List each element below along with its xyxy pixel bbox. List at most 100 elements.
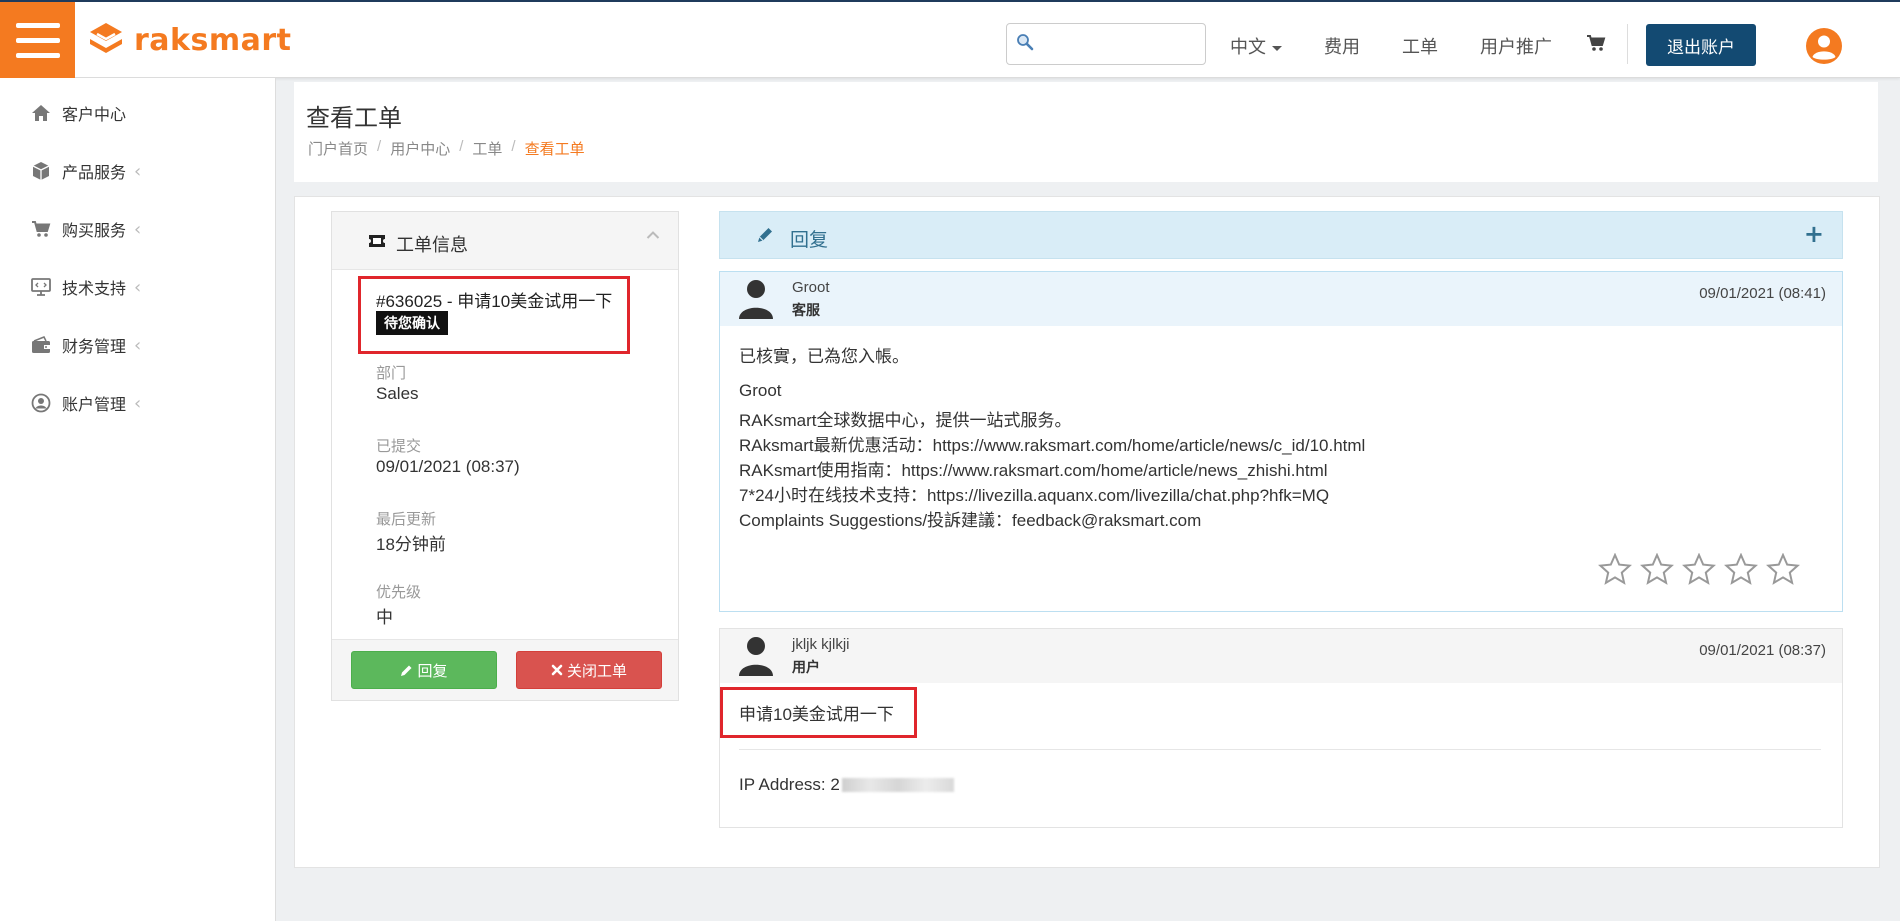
search-box[interactable] <box>1006 23 1206 65</box>
ip-redacted-blur <box>841 778 954 792</box>
message-line: RAKsmart全球数据中心，提供一站式服务。 <box>739 411 1072 430</box>
message-time: 09/01/2021 (08:41) <box>1699 285 1826 302</box>
sidebar-item-purchase[interactable]: 购买服务 ‹ <box>30 214 141 244</box>
language-label: 中文 <box>1230 37 1266 57</box>
brand-logo[interactable]: raksmart <box>86 20 292 60</box>
box-icon <box>32 162 50 180</box>
close-ticket-button[interactable]: 关闭工单 <box>516 651 662 689</box>
search-icon <box>1017 34 1034 51</box>
chevron-left-icon: ‹ <box>134 276 142 298</box>
message-staff: Groot 客服 09/01/2021 (08:41) 已核實，已為您入帳。 G… <box>719 271 1843 612</box>
message-body: 申请10美金试用一下 <box>739 705 894 724</box>
message-client: jkljk kjlkji 用户 09/01/2021 (08:37) 申请10美… <box>719 628 1843 828</box>
user-avatar-icon <box>739 637 773 676</box>
reply-panel-toggle[interactable]: 回复 + <box>719 211 1843 259</box>
message-role: 客服 <box>792 302 820 318</box>
menu-bar <box>15 22 60 28</box>
menu-toggle-button[interactable] <box>0 2 75 78</box>
user-avatar-icon <box>739 280 773 319</box>
status-badge: 待您确认 <box>376 311 448 335</box>
search-input[interactable] <box>1039 30 1199 58</box>
cart-icon <box>32 221 51 237</box>
star-icon[interactable] <box>1598 553 1632 585</box>
field-value-priority: 中 <box>376 608 393 627</box>
close-ticket-label: 关闭工单 <box>566 662 627 680</box>
field-label-last-updated: 最后更新 <box>376 511 437 528</box>
sidebar-item-account[interactable]: 账户管理 ‹ <box>30 388 141 418</box>
ticket-info-header[interactable]: 工单信息 <box>332 212 678 270</box>
ticket-icon <box>369 235 385 247</box>
message-line: 7*24小时在线技术支持：https://livezilla.aquanx.co… <box>739 486 1330 505</box>
plus-icon[interactable]: + <box>1804 220 1824 248</box>
nav-divider <box>1627 24 1628 64</box>
nav-billing-link[interactable]: 费用 <box>1324 33 1360 59</box>
field-label-submitted: 已提交 <box>376 438 422 455</box>
brand-name: raksmart <box>134 22 292 58</box>
language-dropdown[interactable]: 中文 <box>1230 33 1282 59</box>
top-navbar: raksmart 中文 费用 工单 用户推广 退出账户 <box>0 0 1900 78</box>
sidebar: 客户中心 产品服务 ‹ 购买服务 ‹ 技术支持 ‹ 财务管理 ‹ 账户管理 ‹ <box>0 78 276 921</box>
message-line: Complaints Suggestions/投訴建議：feedback@rak… <box>739 511 1202 530</box>
wallet-icon <box>32 336 50 353</box>
chevron-left-icon: ‹ <box>134 218 142 240</box>
pencil-icon <box>758 228 772 242</box>
nav-affiliate-link[interactable]: 用户推广 <box>1480 33 1552 59</box>
home-icon <box>32 105 50 121</box>
sidebar-item-support[interactable]: 技术支持 ‹ <box>30 272 141 302</box>
breadcrumb: 门户首页 / 用户中心 / 工单 / 查看工单 <box>308 138 585 159</box>
rating-stars <box>1598 553 1800 585</box>
breadcrumb-separator: / <box>459 138 464 155</box>
message-header: Groot 客服 09/01/2021 (08:41) <box>720 272 1842 326</box>
star-icon[interactable] <box>1766 553 1800 585</box>
close-icon <box>551 664 563 676</box>
breadcrumb-home[interactable]: 门户首页 <box>308 138 368 159</box>
nav-tickets-link[interactable]: 工单 <box>1402 33 1438 59</box>
field-value-department: Sales <box>376 384 419 403</box>
breadcrumb-tickets[interactable]: 工单 <box>472 138 502 159</box>
message-divider <box>739 749 1821 750</box>
sidebar-item-finance[interactable]: 财务管理 ‹ <box>30 330 141 360</box>
message-line: Groot <box>739 381 782 400</box>
message-header: jkljk kjlkji 用户 09/01/2021 (08:37) <box>720 629 1842 683</box>
field-label-priority: 优先级 <box>376 584 422 601</box>
sidebar-item-label: 技术支持 <box>62 281 127 298</box>
sidebar-item-label: 购买服务 <box>62 223 127 240</box>
sidebar-item-products[interactable]: 产品服务 ‹ <box>30 156 141 186</box>
menu-bar <box>15 37 60 43</box>
sidebar-item-label: 客户中心 <box>62 107 127 124</box>
sidebar-item-label: 财务管理 <box>62 339 127 356</box>
ticket-actions: 回复 关闭工单 <box>332 639 678 700</box>
breadcrumb-separator: / <box>377 138 382 155</box>
page-header: 查看工单 门户首页 / 用户中心 / 工单 / 查看工单 <box>294 82 1878 182</box>
sidebar-item-label: 产品服务 <box>62 165 127 182</box>
star-icon[interactable] <box>1640 553 1674 585</box>
ip-address-label: IP Address: 2 <box>739 775 840 794</box>
message-author: Groot <box>792 279 830 296</box>
reply-button[interactable]: 回复 <box>351 651 497 689</box>
message-line: RAKsmart使用指南：https://www.raksmart.com/ho… <box>739 461 1328 480</box>
message-time: 09/01/2021 (08:37) <box>1699 642 1826 659</box>
star-icon[interactable] <box>1724 553 1758 585</box>
chevron-left-icon: ‹ <box>134 334 142 356</box>
ticket-title: #636025 - 申请10美金试用一下 <box>376 292 613 311</box>
reply-button-label: 回复 <box>417 662 448 680</box>
sidebar-item-customer-center[interactable]: 客户中心 <box>30 98 126 128</box>
menu-bar <box>15 52 60 58</box>
breadcrumb-client-area[interactable]: 用户中心 <box>390 138 450 159</box>
star-icon[interactable] <box>1682 553 1716 585</box>
reply-panel-label: 回复 <box>790 230 829 251</box>
raksmart-logo-icon <box>90 23 122 53</box>
ticket-view-card: 工单信息 #636025 - 申请10美金试用一下 待您确认 部门 Sales … <box>294 196 1880 868</box>
logout-button[interactable]: 退出账户 <box>1646 24 1756 66</box>
field-value-last-updated: 18分钟前 <box>376 535 446 554</box>
caret-down-icon <box>1272 45 1282 51</box>
chevron-up-icon[interactable] <box>646 230 660 240</box>
ticket-info-panel: 工单信息 #636025 - 申请10美金试用一下 待您确认 部门 Sales … <box>331 211 679 701</box>
pencil-icon <box>401 665 412 676</box>
user-avatar-icon[interactable] <box>1806 28 1842 64</box>
sidebar-item-label: 账户管理 <box>62 397 127 414</box>
monitor-icon <box>31 278 51 296</box>
field-value-submitted: 09/01/2021 (08:37) <box>376 457 520 476</box>
cart-icon[interactable] <box>1586 34 1606 52</box>
ip-address-line: IP Address: 2 <box>739 775 954 795</box>
